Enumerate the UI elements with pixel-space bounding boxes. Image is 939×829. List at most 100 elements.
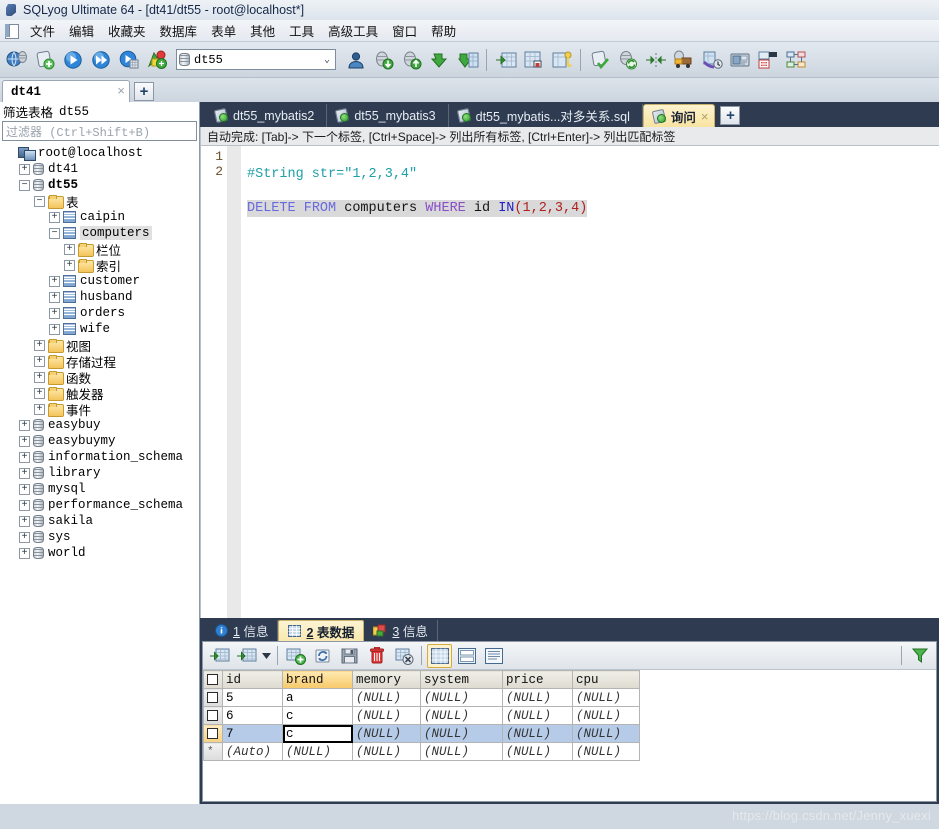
table-cell[interactable]: (NULL) xyxy=(572,724,640,743)
refresh-data-icon[interactable] xyxy=(310,644,335,668)
expand-icon[interactable]: + xyxy=(49,307,60,319)
menu-powertools[interactable]: 高级工具 xyxy=(321,19,385,42)
table-cell[interactable]: (NULL) xyxy=(352,706,421,725)
execute-query-icon[interactable] xyxy=(59,45,86,75)
expand-icon[interactable]: + xyxy=(19,467,30,479)
backup-database-icon[interactable] xyxy=(454,45,481,75)
expand-icon[interactable]: + xyxy=(34,355,45,367)
result-table[interactable]: id brand memory system price cpu 5 a (NULL) (NULL… xyxy=(203,670,640,761)
form-view-icon[interactable] xyxy=(454,644,479,668)
expand-icon[interactable]: + xyxy=(19,163,30,175)
table-cell[interactable]: (NULL) xyxy=(420,724,503,743)
object-tree[interactable]: root@localhost + dt41− dt55− 表 + caipin − comput… xyxy=(0,143,199,804)
user-manager-icon[interactable] xyxy=(342,45,369,75)
add-new-row-icon[interactable] xyxy=(283,644,308,668)
data-transfer-icon[interactable] xyxy=(670,45,697,75)
table-cell[interactable]: (NULL) xyxy=(420,688,503,707)
tree-node[interactable]: + sys xyxy=(0,529,199,545)
row-checkbox-cell[interactable] xyxy=(203,688,223,707)
expand-icon[interactable]: + xyxy=(49,291,60,303)
import-database-icon[interactable] xyxy=(370,45,397,75)
tree-node[interactable]: + information_schema xyxy=(0,449,199,465)
table-cell[interactable]: 6 xyxy=(222,706,283,725)
export-table-data-icon[interactable] xyxy=(520,45,547,75)
er-diagram-icon[interactable] xyxy=(782,45,809,75)
expand-icon[interactable]: + xyxy=(19,419,30,431)
insert-row-dropdown-icon[interactable] xyxy=(234,644,259,668)
editor-tab-dt55-mybatis3[interactable]: dt55_mybatis3 xyxy=(327,104,449,127)
flush-icon[interactable] xyxy=(586,45,613,75)
save-changes-icon[interactable] xyxy=(337,644,362,668)
expand-icon[interactable]: + xyxy=(34,339,45,351)
expand-icon[interactable]: + xyxy=(64,243,75,255)
chevron-down-icon[interactable]: ⌄ xyxy=(324,54,333,66)
menu-edit[interactable]: 编辑 xyxy=(62,19,101,42)
restore-backup-icon[interactable] xyxy=(426,45,453,75)
new-row-marker-cell[interactable]: * xyxy=(203,742,223,761)
table-row[interactable]: * (Auto) (NULL) (NULL) (NULL) (NULL) (NULL) xyxy=(203,742,640,761)
tree-node[interactable]: + world xyxy=(0,545,199,561)
select-all-checkbox-cell[interactable] xyxy=(203,670,223,689)
add-connection-tab-button[interactable]: + xyxy=(134,82,154,101)
table-cell[interactable]: (NULL) xyxy=(502,706,573,725)
menu-other[interactable]: 其他 xyxy=(243,19,282,42)
expand-icon[interactable]: + xyxy=(64,259,75,271)
row-checkbox[interactable] xyxy=(207,727,218,739)
schema-sync-icon[interactable] xyxy=(642,45,669,75)
tree-node[interactable]: + husband xyxy=(0,289,199,305)
tree-node[interactable]: + 存储过程 xyxy=(0,353,199,370)
expand-icon[interactable]: + xyxy=(19,531,30,543)
scheduled-job-icon[interactable] xyxy=(698,45,725,75)
visual-schema-icon[interactable] xyxy=(754,45,781,75)
sync-database-icon[interactable] xyxy=(614,45,641,75)
tree-node[interactable]: − dt55 xyxy=(0,177,199,193)
grid-view-icon[interactable] xyxy=(427,643,452,668)
table-cell[interactable]: 5 xyxy=(222,688,283,707)
filter-funnel-icon[interactable] xyxy=(907,644,932,668)
menu-tools[interactable]: 工具 xyxy=(282,19,321,42)
execute-query-current-icon[interactable] xyxy=(115,45,142,75)
table-cell[interactable]: (NULL) xyxy=(420,706,503,725)
table-cell[interactable]: (NULL) xyxy=(352,724,421,743)
table-cell[interactable]: c xyxy=(282,724,353,743)
query-builder-icon[interactable] xyxy=(726,45,753,75)
table-cell[interactable]: (NULL) xyxy=(352,688,421,707)
column-header-cpu[interactable]: cpu xyxy=(572,670,640,689)
result-tab-message-3[interactable]: 3 信息 xyxy=(364,620,438,641)
expand-icon[interactable]: + xyxy=(19,435,30,447)
menu-file[interactable]: 文件 xyxy=(23,19,62,42)
tree-node[interactable]: + 索引 xyxy=(0,257,199,274)
collapse-icon[interactable]: − xyxy=(34,195,45,207)
column-header-memory[interactable]: memory xyxy=(352,670,421,689)
row-checkbox-cell[interactable] xyxy=(203,724,223,743)
row-checkbox-cell[interactable] xyxy=(203,706,223,725)
menu-help[interactable]: 帮助 xyxy=(424,19,463,42)
tree-node[interactable]: root@localhost xyxy=(0,145,199,161)
connection-tab-dt41[interactable]: dt41 × xyxy=(2,80,130,102)
menu-window[interactable]: 窗口 xyxy=(385,19,424,42)
discard-changes-icon[interactable] xyxy=(391,644,416,668)
expand-icon[interactable]: + xyxy=(19,547,30,559)
table-row[interactable]: 6 c (NULL) (NULL) (NULL) (NULL) xyxy=(203,706,640,725)
table-cell[interactable]: (NULL) xyxy=(282,742,353,761)
table-cell[interactable]: (NULL) xyxy=(572,706,640,725)
text-view-icon[interactable] xyxy=(481,644,506,668)
sql-code-area[interactable]: #String str="1,2,3,4" DELETE FROM comput… xyxy=(241,146,939,618)
tree-node[interactable]: + caipin xyxy=(0,209,199,225)
expand-icon[interactable]: + xyxy=(34,403,45,415)
table-cell[interactable]: (NULL) xyxy=(502,724,573,743)
table-cell[interactable]: (NULL) xyxy=(352,742,421,761)
row-checkbox[interactable] xyxy=(207,691,218,703)
tree-node[interactable]: + sakila xyxy=(0,513,199,529)
tree-node[interactable]: + orders xyxy=(0,305,199,321)
editor-tab-query[interactable]: 询问 × xyxy=(642,104,716,127)
window-system-icon[interactable] xyxy=(2,23,20,39)
delete-row-icon[interactable] xyxy=(364,644,389,668)
menu-database[interactable]: 数据库 xyxy=(153,19,205,42)
filter-input[interactable]: 过滤器 (Ctrl+Shift+B) xyxy=(2,121,197,141)
table-cell[interactable]: (NULL) xyxy=(502,688,573,707)
expand-icon[interactable]: + xyxy=(49,323,60,335)
row-checkbox[interactable] xyxy=(207,709,218,721)
collapse-icon[interactable]: − xyxy=(49,227,60,239)
tree-node[interactable]: + library xyxy=(0,465,199,481)
